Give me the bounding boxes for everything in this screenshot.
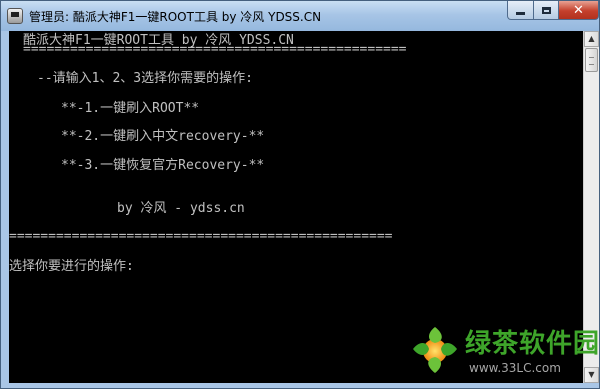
- site-watermark: 绿茶软件园 www.33LC.com: [409, 319, 599, 383]
- console-window: 管理员: 酷派大神F1一键ROOT工具 by 冷风 YDSS.CN ✕ 酷派大神…: [0, 0, 600, 389]
- title-bar[interactable]: 管理员: 酷派大神F1一键ROOT工具 by 冷风 YDSS.CN ✕: [1, 1, 599, 31]
- scroll-thumb[interactable]: [585, 48, 598, 72]
- watermark-url: www.33LC.com: [469, 361, 561, 375]
- author-credit: by 冷风 - ydss.cn: [117, 201, 245, 216]
- input-prompt: 选择你要进行的操作:: [9, 259, 134, 274]
- cmd-icon: [7, 8, 23, 24]
- close-icon: ✕: [573, 2, 584, 18]
- close-button[interactable]: ✕: [558, 1, 599, 20]
- maximize-icon: [541, 6, 551, 14]
- scroll-up-button[interactable]: ▲: [584, 31, 599, 47]
- menu-option-2: **-2.一键刷入中文recovery-**: [61, 129, 265, 144]
- leaf-logo-icon: [413, 327, 457, 373]
- minimize-button[interactable]: [507, 1, 534, 20]
- separator-line: ========================================…: [9, 229, 393, 244]
- menu-option-3: **-3.一键恢复官方Recovery-**: [61, 158, 265, 173]
- menu-option-1: **-1.一键刷入ROOT**: [61, 101, 200, 116]
- separator-line: ========================================…: [23, 42, 407, 57]
- window-title: 管理员: 酷派大神F1一键ROOT工具 by 冷风 YDSS.CN: [29, 10, 322, 24]
- watermark-name: 绿茶软件园: [465, 329, 600, 359]
- maximize-button[interactable]: [533, 1, 559, 20]
- minimize-icon: [516, 11, 525, 15]
- prompt-instruction: --请输入1、2、3选择你需要的操作:: [37, 71, 253, 86]
